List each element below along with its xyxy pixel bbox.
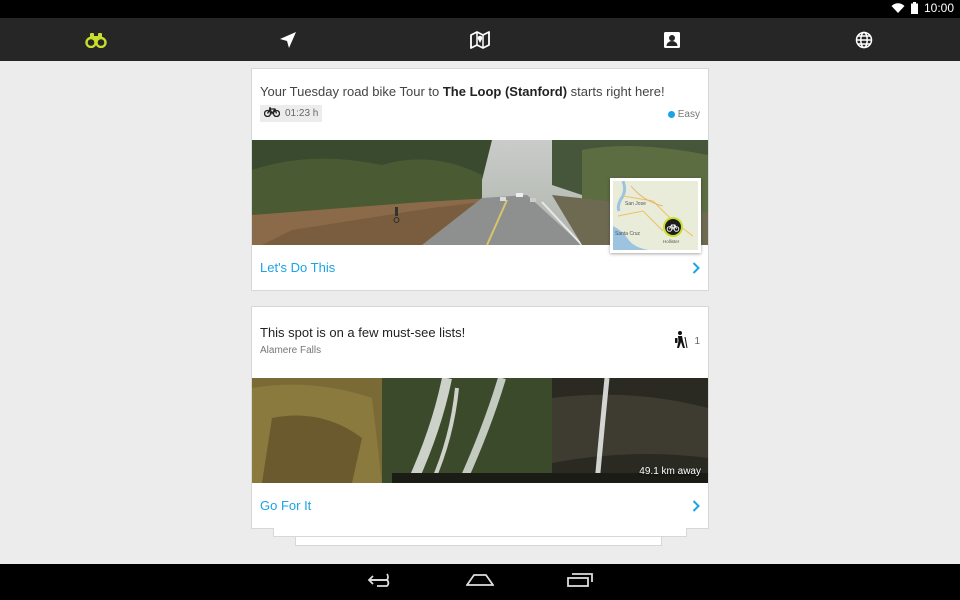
must-see-count: 1 xyxy=(674,331,700,352)
bike-route-marker-icon xyxy=(663,217,683,237)
tour-description: Your Tuesday road bike Tour to The Loop … xyxy=(260,84,665,99)
recents-button[interactable] xyxy=(560,567,600,597)
spot-title: This spot is on a few must-see lists! xyxy=(260,325,466,340)
contact-card-icon xyxy=(663,31,681,49)
spot-name: Alamere Falls xyxy=(260,345,322,356)
difficulty-label: Easy xyxy=(677,109,700,120)
tab-map[interactable] xyxy=(384,18,576,61)
tab-explore[interactable] xyxy=(768,18,960,61)
stacked-card xyxy=(295,537,662,546)
home-button[interactable] xyxy=(460,567,500,597)
tab-discover[interactable] xyxy=(0,18,192,61)
back-button[interactable] xyxy=(360,567,400,597)
tour-meta: 01:23 h xyxy=(260,105,323,122)
feed: Your Tuesday road bike Tour to The Loop … xyxy=(0,61,960,564)
status-icons: 10:00 xyxy=(891,1,954,15)
distance-label: 49.1 km away xyxy=(639,466,701,477)
wifi-icon xyxy=(891,2,905,14)
tab-profile[interactable] xyxy=(576,18,768,61)
lets-do-this-button[interactable]: Let's Do This xyxy=(252,245,708,290)
must-see-count-value: 1 xyxy=(694,336,700,347)
system-nav-bar xyxy=(0,564,960,600)
chevron-right-icon xyxy=(692,261,700,274)
go-for-it-label: Go For It xyxy=(260,498,312,513)
tour-outro: starts right here! xyxy=(567,84,665,99)
battery-icon xyxy=(910,2,918,14)
map-label-san-jose: San Jose xyxy=(625,201,646,207)
tour-card: Your Tuesday road bike Tour to The Loop … xyxy=(251,68,709,291)
tour-destination: The Loop (Stanford) xyxy=(442,84,568,99)
map-label-santa-cruz: Santa Cruz xyxy=(615,231,641,237)
go-for-it-button[interactable]: Go For It xyxy=(252,483,708,528)
difficulty-badge: Easy xyxy=(667,109,700,120)
recents-icon xyxy=(567,572,593,592)
top-nav xyxy=(0,18,960,61)
hiker-icon xyxy=(674,331,688,352)
clock: 10:00 xyxy=(923,1,954,15)
status-bar: 10:00 xyxy=(0,0,960,18)
spot-card: This spot is on a few must-see lists! Al… xyxy=(251,306,709,529)
map-label-hollister: Hollister xyxy=(663,239,680,244)
binoculars-icon xyxy=(85,32,107,48)
tour-intro: Your Tuesday road bike Tour to xyxy=(260,84,443,99)
bike-icon xyxy=(263,107,281,120)
duration-value: 01:23 h xyxy=(285,108,319,119)
spot-photo: 49.1 km away xyxy=(252,378,708,483)
navigation-arrow-icon xyxy=(279,31,297,49)
lets-do-this-label: Let's Do This xyxy=(260,260,336,275)
home-icon xyxy=(465,573,495,592)
stacked-card xyxy=(273,528,687,537)
route-map-thumbnail[interactable]: San Jose Santa Cruz Hollister xyxy=(610,178,701,253)
chevron-right-icon xyxy=(692,499,700,512)
difficulty-dot xyxy=(667,111,675,118)
globe-icon xyxy=(855,31,873,49)
map-icon xyxy=(470,30,490,49)
back-arrow-icon xyxy=(367,572,393,592)
tab-navigate[interactable] xyxy=(192,18,384,61)
duration-chip: 01:23 h xyxy=(260,105,323,122)
